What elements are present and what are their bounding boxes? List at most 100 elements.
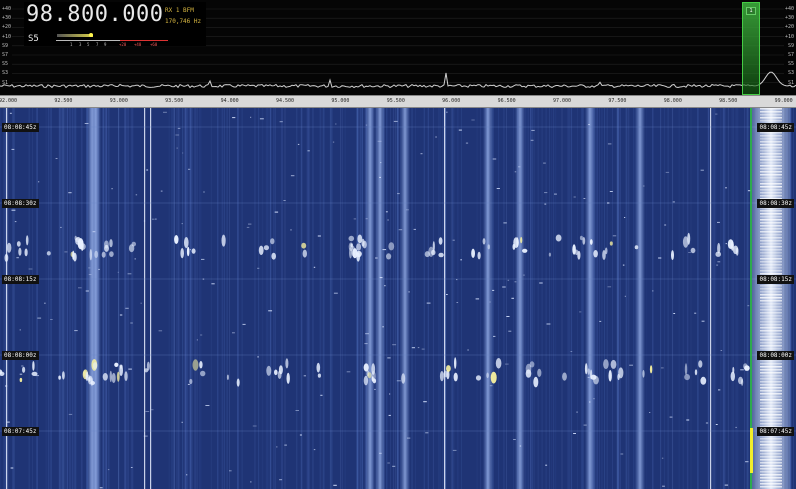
- signal-speck: [530, 139, 534, 141]
- signal-blip: [124, 371, 128, 382]
- spectrum-panel[interactable]: +40 +30 +20 +10 S9 S7 S5 S3 S1 +40 +30 +20 +10 S9 S7 S…: [0, 0, 796, 95]
- signal-blip: [356, 250, 362, 258]
- noise-streak: [457, 108, 459, 489]
- vfo-tab[interactable]: 1: [746, 7, 756, 15]
- signal-speck: [246, 226, 250, 228]
- db-label: S9: [2, 42, 9, 49]
- signal-speck: [629, 364, 633, 366]
- signal-speck: [539, 282, 543, 284]
- signal-speck: [232, 117, 236, 119]
- tuned-signal-texture: [760, 324, 782, 326]
- signal-speck: [379, 277, 383, 279]
- smeter-tick: 7: [96, 42, 99, 47]
- smeter-tick: +60: [150, 42, 158, 47]
- waterfall-display[interactable]: 08:08:45z 08:08:45z 08:08:30z 08:08:30z 08:0…: [0, 108, 796, 489]
- timestamp-label: 08:07:45z: [757, 427, 794, 436]
- signal-speck: [735, 426, 737, 428]
- signal-speck: [720, 350, 723, 351]
- signal-blip: [482, 238, 486, 245]
- signal-speck: [14, 221, 17, 223]
- tuned-signal-texture: [760, 150, 782, 152]
- smeter-tick: 9: [104, 42, 107, 47]
- tuned-signal-texture: [760, 291, 782, 293]
- timestamp-label: 08:07:45z: [2, 427, 39, 436]
- noise-streak: [70, 108, 71, 489]
- axis-tick-label: 94.000: [220, 98, 239, 104]
- axis-tick-label: 94.500: [275, 98, 295, 104]
- frequency-readout[interactable]: 98.800.000 RX 1 BFM 170,746 Hz S5 1 3 5 7 9 +…: [24, 2, 206, 47]
- tuned-signal-texture: [760, 183, 782, 185]
- signal-blip: [180, 248, 184, 259]
- signal-speck: [283, 200, 286, 201]
- noise-streak: [198, 108, 200, 489]
- tuned-signal-texture: [760, 369, 782, 371]
- signal-speck: [382, 249, 387, 251]
- signal-speck: [583, 424, 587, 426]
- signal-blip: [92, 362, 98, 370]
- signal-speck: [307, 150, 310, 152]
- signal-speck: [85, 290, 89, 292]
- signal-speck: [405, 209, 409, 211]
- tuned-signal-texture: [760, 177, 782, 179]
- tuned-signal-texture: [760, 438, 782, 440]
- signal-blip: [367, 372, 372, 379]
- signal-speck: [658, 257, 662, 259]
- signal-speck: [365, 124, 368, 126]
- signal-blip: [24, 248, 28, 257]
- noise-streak: [320, 108, 322, 489]
- signal-speck: [125, 307, 129, 309]
- signal-speck: [717, 221, 720, 223]
- signal-speck: [128, 368, 132, 370]
- signal-blip: [618, 367, 624, 379]
- noise-streak: [503, 108, 505, 489]
- signal-speck: [257, 267, 260, 269]
- signal-speck: [320, 394, 323, 396]
- frequency-axis[interactable]: 92.000 92.500 93.000 93.500 94.000 94.500 95.0…: [0, 95, 796, 108]
- signal-blip: [649, 365, 653, 374]
- signal-speck: [425, 432, 429, 434]
- signal-blip: [119, 364, 123, 369]
- signal-speck: [624, 295, 626, 297]
- noise-streak: [545, 108, 547, 489]
- noise-streak: [432, 108, 434, 489]
- tuned-signal-texture: [760, 444, 782, 446]
- signal-speck: [145, 411, 150, 412]
- noise-streak: [682, 108, 684, 489]
- signal-speck: [489, 301, 491, 303]
- db-label: +10: [784, 33, 794, 40]
- noise-streak: [80, 108, 83, 489]
- tuned-signal-texture: [760, 381, 782, 383]
- signal-speck: [589, 401, 591, 403]
- smeter-tick: +40: [134, 42, 142, 47]
- signal-speck: [624, 217, 626, 218]
- signal-blip: [477, 251, 481, 260]
- rx-mode-label[interactable]: RX 1 BFM: [165, 7, 194, 14]
- noise-streak: [690, 108, 692, 489]
- signal-blip: [687, 232, 691, 245]
- db-label: +20: [784, 24, 794, 31]
- vfo-passband-marker[interactable]: 1: [742, 2, 760, 95]
- signal-blip: [533, 376, 539, 388]
- signal-blip: [199, 361, 203, 369]
- signal-speck: [99, 487, 103, 489]
- signal-speck: [519, 445, 522, 447]
- signal-speck: [182, 152, 184, 154]
- noise-streak: [300, 108, 303, 489]
- noise-streak: [176, 108, 178, 489]
- tuned-signal-texture: [760, 384, 782, 386]
- tuned-signal-texture: [760, 339, 782, 341]
- signal-speck: [200, 334, 203, 336]
- signal-speck: [747, 305, 750, 307]
- signal-speck: [544, 203, 547, 205]
- signal-speck: [694, 312, 697, 314]
- signal-speck: [295, 410, 299, 411]
- signal-speck: [257, 356, 259, 358]
- signal-speck: [189, 249, 192, 251]
- db-label: +30: [784, 15, 794, 22]
- signal-speck: [146, 169, 149, 171]
- waterfall-canvas[interactable]: [0, 108, 796, 489]
- signal-speck: [175, 134, 180, 136]
- frequency-display[interactable]: 98.800.000: [26, 2, 163, 27]
- signal-blip: [446, 365, 451, 372]
- signal-blip: [589, 239, 593, 245]
